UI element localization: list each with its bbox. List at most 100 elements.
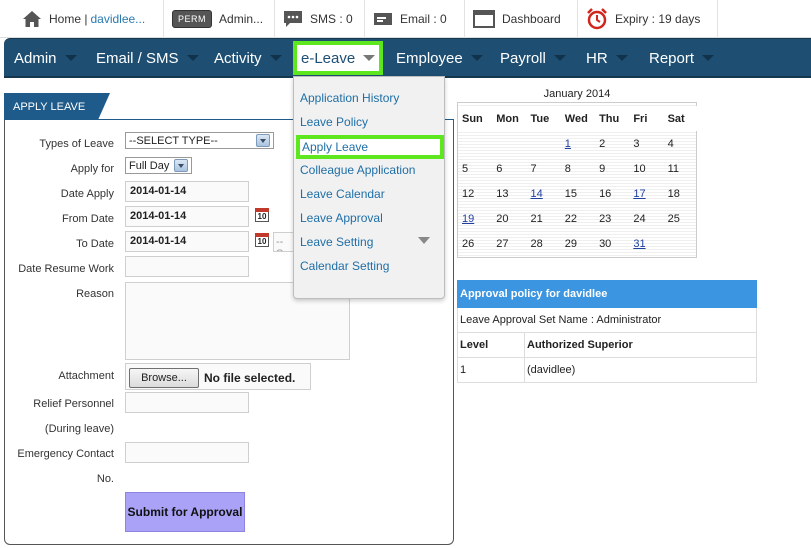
calendar-day: 7 [530, 162, 537, 175]
no-file-text: No file selected. [204, 371, 296, 385]
chevron-down-icon [256, 134, 270, 147]
date-apply-field[interactable]: 2014-01-14 [125, 181, 249, 202]
home-label: Home | [49, 12, 88, 26]
nav-admin-label: Admin [14, 49, 57, 67]
expiry-link[interactable]: Expiry : 19 days [578, 0, 718, 38]
calendar-day[interactable]: 19 [458, 206, 492, 231]
to-date-field[interactable]: 2014-01-14 [125, 231, 249, 252]
calendar-day: 8 [564, 162, 571, 175]
submit-for-approval-button[interactable]: Submit for Approval [125, 492, 245, 532]
approval-set-name: Leave Approval Set Name : Administrator [457, 308, 757, 333]
top-bar: Home | davidlee... PERM Admin... SMS : 0 … [0, 0, 811, 38]
calendar-day[interactable]: 31 [629, 231, 663, 256]
browse-button[interactable]: Browse... [129, 368, 199, 388]
emergency-contact-label-2: No. [96, 473, 114, 485]
weekday: Wed [560, 106, 596, 131]
calendar-icon[interactable]: 10 [255, 208, 269, 222]
from-date-label: From Date [62, 213, 114, 225]
calendar-day: 29 [564, 237, 578, 250]
admin-perm-link[interactable]: PERM Admin... [164, 0, 275, 38]
chevron-down-icon [363, 55, 376, 61]
menu-item-calendar-setting[interactable]: Calendar Setting [300, 259, 389, 273]
calendar-day: 15 [564, 187, 578, 200]
nav-report-label: Report [649, 49, 695, 67]
relief-personnel-field[interactable] [125, 392, 249, 413]
nav-e-leave-label: e-Leave [301, 49, 356, 67]
chevron-down-icon [418, 237, 430, 244]
calendar-day: 23 [599, 212, 612, 225]
weekday: Fri [629, 106, 664, 131]
calendar-day: 4 [667, 137, 674, 150]
relief-personnel-label: Relief Personnel [33, 398, 114, 410]
leave-type-select[interactable]: --SELECT TYPE-- [125, 132, 274, 149]
tab-apply-leave[interactable]: APPLY LEAVE [4, 93, 110, 120]
weekday: Thu [595, 106, 630, 131]
level-cell: 1 [458, 358, 525, 382]
calendar-day: 24 [633, 212, 646, 225]
weekday: Tue [526, 106, 561, 131]
calendar-day [664, 231, 698, 256]
calendar-day: 22 [564, 212, 578, 225]
sms-label: SMS : 0 [310, 12, 353, 26]
nav-email-sms-label: Email / SMS [96, 49, 179, 67]
main-nav: Admin Email / SMS Activity e-Leave Emplo… [4, 38, 811, 78]
calendar-day: 3 [633, 137, 640, 150]
calendar-icon[interactable]: 10 [255, 233, 269, 247]
calendar-day: 5 [462, 162, 469, 175]
admin-label: Admin... [219, 12, 264, 26]
weekday: Mon [492, 106, 527, 131]
menu-item-colleague-application[interactable]: Colleague Application [300, 163, 415, 177]
calendar-day [527, 131, 561, 156]
menu-item-leave-setting[interactable]: Leave Setting [300, 235, 373, 249]
from-date-field[interactable]: 2014-01-14 [125, 206, 249, 227]
date-apply-label: Date Apply [60, 188, 114, 200]
menu-item-leave-approval[interactable]: Leave Approval [300, 211, 383, 225]
chevron-down-icon [174, 159, 188, 172]
sms-link[interactable]: SMS : 0 [275, 0, 365, 38]
email-link[interactable]: Email : 0 [365, 0, 465, 38]
calendar-day[interactable]: 1 [561, 131, 595, 156]
calendar-day: 21 [530, 212, 543, 225]
nav-payroll[interactable]: Payroll [500, 39, 566, 77]
dashboard-link[interactable]: Dashboard [465, 0, 578, 38]
calendar-day: 9 [599, 162, 606, 175]
menu-item-apply-leave[interactable]: Apply Leave [296, 135, 444, 159]
nav-report[interactable]: Report [649, 39, 715, 77]
approval-header-row: Level Authorized Superior [457, 333, 757, 358]
nav-employee[interactable]: Employee [396, 39, 483, 77]
menu-item-leave-policy[interactable]: Leave Policy [300, 115, 368, 129]
attachment-label: Attachment [58, 370, 114, 382]
calendar-day: 12 [462, 187, 475, 200]
chevron-down-icon [553, 55, 566, 61]
to-date-session-select[interactable]: -- S [273, 232, 294, 252]
calendar-day: 20 [496, 212, 509, 225]
menu-item-leave-calendar[interactable]: Leave Calendar [300, 187, 385, 201]
calendar-day[interactable]: 17 [629, 181, 663, 206]
to-date-label: To Date [76, 238, 114, 250]
calendar-day: 25 [667, 212, 680, 225]
approval-policy-table: Approval policy for davidlee Leave Appro… [457, 280, 757, 383]
chevron-down-icon [702, 55, 715, 61]
window-icon [473, 10, 495, 28]
level-column-header: Level [458, 333, 525, 357]
mini-calendar: Sun Mon Tue Wed Thu Fri Sat 1 2 3 4 5 6 7 8 9 10 1… [457, 102, 698, 258]
nav-activity[interactable]: Activity [214, 39, 282, 77]
email-label: Email : 0 [400, 12, 447, 26]
nav-admin[interactable]: Admin [14, 39, 77, 77]
weekday: Sun [458, 106, 493, 131]
nav-payroll-label: Payroll [500, 49, 546, 67]
emergency-contact-field[interactable] [125, 442, 249, 463]
date-resume-field[interactable] [125, 256, 249, 277]
calendar-day[interactable]: 14 [527, 181, 561, 206]
nav-email-sms[interactable]: Email / SMS [96, 39, 199, 77]
chevron-down-icon [269, 55, 282, 61]
nav-e-leave[interactable]: e-Leave [293, 41, 384, 75]
menu-item-application-history[interactable]: Application History [300, 91, 399, 105]
envelope-icon [374, 13, 392, 25]
apply-for-select[interactable]: Full Day [125, 157, 192, 174]
home-link[interactable]: Home | davidlee... [14, 0, 164, 38]
alarm-clock-icon [587, 8, 607, 30]
calendar-weekdays: Sun Mon Tue Wed Thu Fri Sat [458, 106, 698, 131]
nav-hr[interactable]: HR [586, 39, 628, 77]
user-link[interactable]: davidlee... [90, 12, 145, 26]
